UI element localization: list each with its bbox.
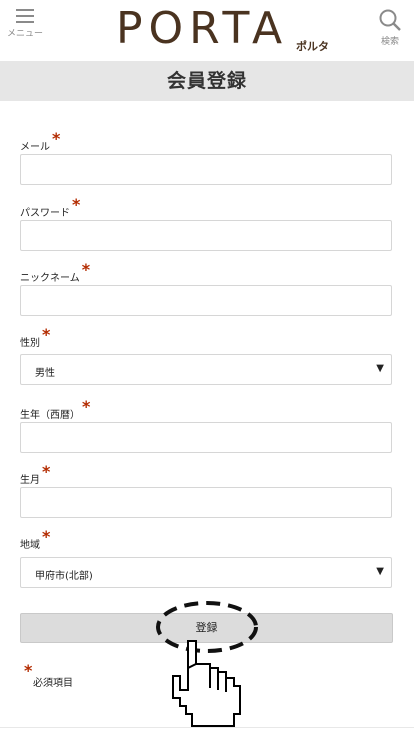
birth-month-label: 生月 * (20, 462, 50, 487)
gender-label-text: 性別 (20, 338, 40, 349)
search-label: 検索 (380, 37, 399, 47)
register-button-label: 登録 (195, 621, 218, 634)
logo-subtext: ポルタ (296, 40, 329, 53)
region-label-text: 地域 (20, 540, 40, 551)
search-button[interactable]: 検索 (370, 8, 410, 47)
email-label-text: メール (20, 142, 50, 153)
password-field[interactable] (20, 220, 392, 251)
gender-select-value: 男性 (35, 368, 55, 379)
logo-text: PORTA (116, 3, 289, 54)
password-label: パスワード * (20, 195, 80, 220)
region-label: 地域 * (20, 527, 50, 552)
required-note-text: 必須項目 (33, 678, 73, 689)
email-field[interactable] (20, 154, 392, 185)
dropdown-arrow-icon: ▼ (376, 566, 384, 577)
birth-year-label-text: 生年（西暦） (20, 410, 80, 421)
nickname-label-text: ニックネーム (20, 273, 80, 284)
birth-year-label: 生年（西暦） * (20, 397, 90, 422)
birth-month-field[interactable] (20, 487, 392, 518)
required-asterisk: * (52, 129, 61, 148)
required-asterisk: * (82, 397, 91, 416)
menu-button[interactable]: メニュー (0, 8, 50, 39)
birth-month-label-text: 生月 (20, 475, 40, 486)
nickname-field[interactable] (20, 285, 392, 316)
region-select-value: 甲府市(北部) (35, 571, 93, 582)
hand-pointer-icon (172, 640, 241, 727)
hamburger-icon (16, 9, 34, 23)
required-asterisk: * (42, 462, 51, 481)
email-label: メール * (20, 129, 60, 154)
gender-select[interactable]: 男性 ▼ (20, 354, 392, 385)
footer-divider (0, 727, 414, 728)
register-button[interactable]: 登録 (20, 613, 393, 643)
required-asterisk: * (72, 195, 81, 214)
birth-year-field[interactable] (20, 422, 392, 453)
required-asterisk: * (81, 260, 91, 279)
password-label-text: パスワード (20, 208, 70, 219)
gender-label: 性別 * (20, 325, 50, 350)
required-asterisk: * (24, 661, 33, 680)
required-asterisk: * (42, 527, 51, 546)
header: メニュー PORTA ポルタ 検索 (0, 0, 414, 60)
dropdown-arrow-icon: ▼ (376, 363, 384, 374)
menu-label: メニュー (6, 29, 43, 39)
page-title: 会員登録 (166, 70, 247, 92)
region-select[interactable]: 甲府市(北部) ▼ (20, 557, 392, 588)
search-icon (379, 9, 401, 31)
required-asterisk: * (42, 325, 51, 344)
porta-logo[interactable]: PORTA ポルタ (112, 2, 342, 58)
nickname-label: ニックネーム * (20, 260, 90, 285)
page-title-bar: 会員登録 (0, 61, 414, 101)
